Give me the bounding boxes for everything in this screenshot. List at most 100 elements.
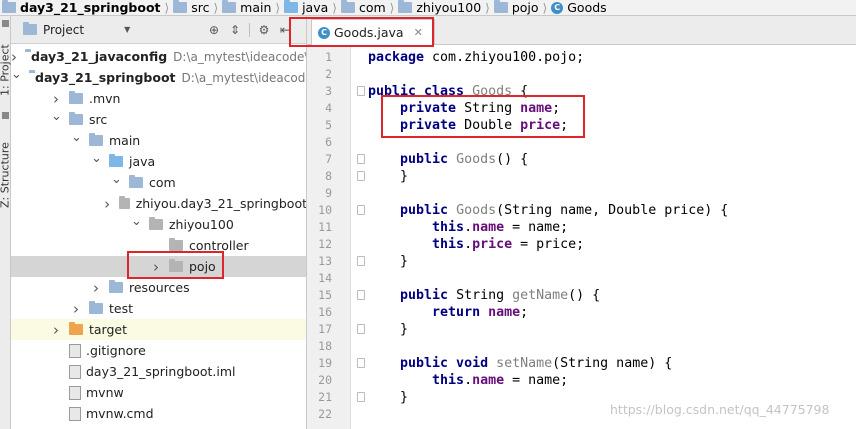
breadcrumb-item-main[interactable]: main <box>220 0 275 15</box>
file-icon <box>69 343 81 358</box>
tree-item-resources[interactable]: › resources <box>11 277 306 298</box>
code-line[interactable]: this.price = price; <box>368 236 584 253</box>
tree-item-src[interactable]: ⌄ src <box>11 109 306 130</box>
tree-item-controller[interactable]: controller <box>11 235 306 256</box>
tree-item-test[interactable]: › test <box>11 298 306 319</box>
line-number: 2 <box>325 67 332 81</box>
code-line[interactable]: this.name = name; <box>368 372 568 389</box>
tree-item-target[interactable]: › target <box>11 319 306 340</box>
code-token: String <box>464 101 521 116</box>
file-icon <box>69 406 81 421</box>
class-icon: C <box>551 1 564 14</box>
breadcrumb-item-goods[interactable]: C Goods <box>549 0 610 15</box>
locate-icon[interactable]: ⊕ <box>207 23 221 37</box>
code-line[interactable]: public void setName(String name) { <box>368 355 672 372</box>
code-line[interactable]: } <box>368 389 408 406</box>
tree-item-com[interactable]: ⌄ com <box>11 172 306 193</box>
structure-tool-tab[interactable]: Z: Structure <box>0 128 12 208</box>
fold-marker-icon[interactable] <box>357 205 365 215</box>
code-line[interactable]: } <box>368 168 408 185</box>
tree-item-label: com <box>149 175 176 190</box>
fold-marker-icon[interactable] <box>357 154 365 164</box>
folder-icon <box>222 0 237 13</box>
close-icon[interactable]: ✕ <box>414 26 423 39</box>
code-token: name <box>520 101 553 116</box>
fold-marker-icon[interactable] <box>357 86 365 96</box>
project-view-icon <box>23 22 37 35</box>
tree-item-main[interactable]: ⌄ main <box>11 130 306 151</box>
tree-item-mvn[interactable]: › .mvn <box>11 88 306 109</box>
code-line[interactable]: public class Goods { <box>368 83 528 100</box>
breadcrumb-item-java[interactable]: java <box>282 0 332 15</box>
tree-item-label: day3_21_springboot.iml <box>86 364 236 379</box>
code-line[interactable]: public String getName() { <box>368 287 600 304</box>
code-line[interactable]: return name; <box>368 304 528 321</box>
breadcrumb-label: day3_21_springboot <box>20 0 161 15</box>
code-line[interactable]: } <box>368 321 408 338</box>
code-line[interactable]: public Goods() { <box>368 151 528 168</box>
folder-icon <box>340 0 355 13</box>
fold-marker-icon[interactable] <box>357 324 365 334</box>
project-tool-tab[interactable]: 1: Project <box>0 36 12 96</box>
code-line[interactable]: package com.zhiyou100.pojo; <box>368 49 584 66</box>
code-line[interactable]: private String name; <box>368 100 560 117</box>
chevron-right-icon[interactable]: › <box>51 90 61 108</box>
code-token: . <box>464 220 473 235</box>
chevron-right-icon[interactable]: › <box>103 195 111 213</box>
gear-icon[interactable]: ⚙ <box>257 23 271 37</box>
breadcrumb-separator-icon: ⟩ <box>332 0 337 15</box>
fold-marker-icon[interactable] <box>357 358 365 368</box>
code-token: name <box>472 220 505 235</box>
editor-tab-bar: C Goods.java ✕ <box>307 16 856 45</box>
chevron-down-icon[interactable]: ⌄ <box>111 172 122 187</box>
breadcrumb-item-day3-21-springboot[interactable]: day3_21_springboot <box>0 0 165 15</box>
breadcrumb-item-com[interactable]: com <box>339 0 390 15</box>
code-line[interactable]: } <box>368 253 408 270</box>
breadcrumb-item-src[interactable]: src <box>171 0 213 15</box>
chevron-right-icon[interactable]: › <box>151 258 161 276</box>
chevron-right-icon[interactable]: › <box>11 48 17 66</box>
file-icon <box>69 364 81 379</box>
breadcrumb-item-pojo[interactable]: pojo <box>492 0 543 15</box>
chevron-down-icon[interactable]: ⌄ <box>131 214 142 229</box>
code-token: ; <box>552 101 561 116</box>
tab-goods-java[interactable]: C Goods.java ✕ <box>311 19 435 45</box>
tab-label: Goods.java <box>334 25 404 40</box>
line-number: 17 <box>318 322 332 336</box>
collapse-all-icon[interactable]: ⇕ <box>228 23 242 37</box>
chevron-right-icon[interactable]: › <box>51 321 61 339</box>
fold-marker-icon[interactable] <box>357 171 365 181</box>
code-editor[interactable]: 1 2 3 4 5 6 7 8 9 10 11 12 13 14 15 16 17 18 19 20 21 22 pack… <box>307 45 856 429</box>
tree-item-day3-21-springboot-iml[interactable]: day3_21_springboot.iml <box>11 361 306 382</box>
code-token: return <box>368 305 489 320</box>
line-number: 21 <box>318 390 332 404</box>
code-line[interactable]: this.name = name; <box>368 219 568 236</box>
fold-marker-icon[interactable] <box>357 392 365 402</box>
chevron-down-icon[interactable]: ⌄ <box>51 109 62 124</box>
chevron-right-icon[interactable]: › <box>71 300 81 318</box>
chevron-down-icon[interactable]: ⌄ <box>71 130 82 145</box>
tree-item-day3-21-springboot[interactable]: ⌄ day3_21_springboot D:\a_mytest\ideacode\ <box>11 67 306 88</box>
chevron-right-icon[interactable]: › <box>91 279 101 297</box>
code-line[interactable]: private Double price; <box>368 117 568 134</box>
fold-marker-icon[interactable] <box>357 256 365 266</box>
tree-item-zhiyou100[interactable]: ⌄ zhiyou100 <box>11 214 306 235</box>
fold-marker-icon[interactable] <box>357 290 365 300</box>
tree-item-gitignore[interactable]: .gitignore <box>11 340 306 361</box>
tree-item-pojo[interactable]: › pojo <box>11 256 306 277</box>
tree-item-mvnw-cmd[interactable]: mvnw.cmd <box>11 403 306 424</box>
line-number: 3 <box>325 84 332 98</box>
tree-item-day3-21-javaconfig[interactable]: › day3_21_javaconfig D:\a_mytest\ideacode\ <box>11 46 306 67</box>
tree-item-java[interactable]: ⌄ java <box>11 151 306 172</box>
tree-item-mvnw[interactable]: mvnw <box>11 382 306 403</box>
project-panel-title[interactable]: Project <box>43 23 84 37</box>
chevron-down-icon[interactable]: ⌄ <box>91 151 102 166</box>
breadcrumb-item-zhiyou100[interactable]: zhiyou100 <box>396 0 485 15</box>
chevron-down-icon[interactable]: ▼ <box>124 25 130 34</box>
tree-item-zhiyou-day3-21-springboot[interactable]: › zhiyou.day3_21_springboot <box>11 193 306 214</box>
hide-panel-icon[interactable]: ⇤ <box>278 23 292 37</box>
code-line[interactable]: public Goods(String name, Double price) … <box>368 202 728 219</box>
chevron-down-icon[interactable]: ⌄ <box>11 67 22 82</box>
class-icon: C <box>318 26 330 39</box>
breadcrumb-label: pojo <box>511 0 539 15</box>
